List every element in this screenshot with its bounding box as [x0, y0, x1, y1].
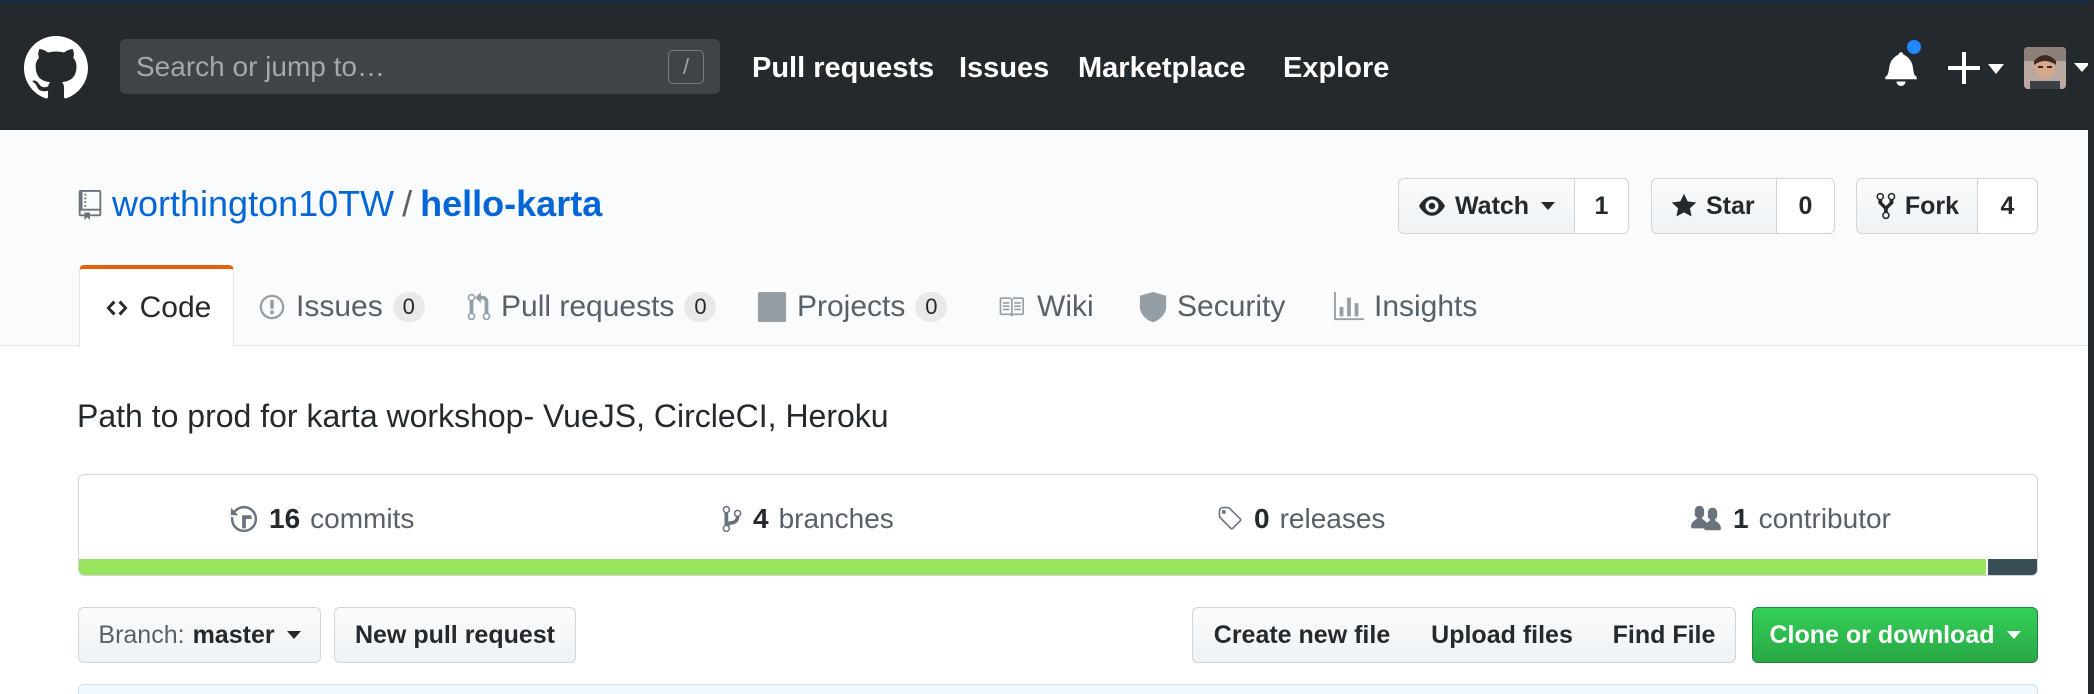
repo-title: worthington10TW / hello-karta	[112, 182, 602, 226]
tab-projects-label: Projects	[797, 289, 906, 323]
code-icon	[106, 300, 128, 316]
branches-count: 4	[753, 503, 769, 534]
shield-icon	[1139, 291, 1167, 322]
fork-label: Fork	[1904, 191, 1959, 220]
caret-down-icon	[2006, 631, 2021, 639]
project-icon	[757, 291, 787, 322]
language-bar[interactable]	[79, 559, 2037, 575]
star-icon	[1671, 193, 1697, 217]
tab-issues[interactable]: Issues 0	[258, 266, 425, 347]
branch-select-button[interactable]: Branch: master	[78, 607, 321, 663]
clone-or-download-button[interactable]: Clone or download	[1752, 607, 2038, 663]
watch-button[interactable]: Watch	[1398, 178, 1575, 234]
tab-code-label: Code	[139, 291, 212, 324]
graph-icon	[1334, 291, 1364, 320]
tab-security[interactable]: Security	[1139, 266, 1285, 347]
tab-wiki[interactable]: Wiki	[995, 266, 1094, 347]
repo-icon	[78, 190, 102, 220]
star-count[interactable]: 0	[1777, 178, 1835, 234]
latest-commit-bar	[78, 684, 2038, 694]
repo-title-separator: /	[402, 183, 413, 224]
tab-pull-requests-label: Pull requests	[501, 289, 675, 323]
commits-label: commits	[310, 503, 415, 534]
eye-icon	[1419, 196, 1445, 216]
window-edge	[2088, 0, 2094, 694]
new-pull-request-button[interactable]: New pull request	[334, 607, 576, 663]
create-new-file-button[interactable]: Create new file	[1192, 607, 1412, 663]
github-logo-icon[interactable]	[24, 36, 88, 100]
contributors-count: 1	[1733, 503, 1749, 534]
people-icon	[1691, 505, 1721, 531]
branches-link[interactable]: 4 branches	[721, 499, 894, 539]
issue-icon	[259, 294, 285, 319]
watch-count[interactable]: 1	[1575, 178, 1629, 234]
global-header: / Pull requests Issues Marketplace Explo…	[0, 0, 2094, 130]
create-new-plus-icon[interactable]	[1946, 50, 2006, 86]
language-bar-segment[interactable]	[79, 559, 1987, 575]
watch-group: Watch 1	[1398, 178, 1629, 234]
tab-wiki-label: Wiki	[1037, 289, 1094, 323]
branch-name: master	[192, 620, 275, 649]
commits-count: 16	[269, 503, 301, 534]
nav-explore[interactable]: Explore	[1283, 50, 1389, 86]
repo-description: Path to prod for karta workshop- VueJS, …	[77, 398, 889, 434]
tab-insights-label: Insights	[1374, 289, 1478, 323]
star-label: Star	[1706, 191, 1755, 220]
caret-down-icon	[1541, 202, 1556, 210]
clone-or-download-label: Clone or download	[1769, 620, 1995, 649]
repo-name-link[interactable]: hello-karta	[420, 183, 602, 224]
numbers-summary: 16 commits 4 branches 0 releases 1 contr…	[78, 474, 2038, 576]
find-file-button[interactable]: Find File	[1593, 607, 1736, 663]
contributors-label: contributor	[1758, 503, 1891, 534]
tab-security-label: Security	[1177, 289, 1286, 323]
nav-marketplace[interactable]: Marketplace	[1078, 50, 1246, 86]
avatar	[2024, 47, 2066, 89]
search-input[interactable]	[120, 39, 720, 94]
pull-request-icon	[467, 291, 491, 320]
tab-code[interactable]: Code	[79, 265, 234, 347]
contributors-link[interactable]: 1 contributor	[1689, 499, 1891, 539]
history-icon	[230, 505, 258, 533]
repo-owner-link[interactable]: worthington10TW	[112, 183, 394, 224]
branches-label: branches	[778, 503, 894, 534]
tag-icon	[1218, 506, 1242, 530]
fork-group: Fork 4	[1856, 178, 2038, 234]
user-menu[interactable]	[2024, 47, 2094, 91]
global-search: /	[120, 39, 720, 94]
caret-down-icon	[286, 631, 301, 639]
tab-projects-count: 0	[915, 291, 948, 322]
watch-label: Watch	[1455, 191, 1530, 220]
releases-count: 0	[1254, 503, 1270, 534]
star-group: Star 0	[1651, 178, 1835, 234]
branch-prefix: Branch:	[98, 620, 185, 649]
releases-label: releases	[1279, 503, 1386, 534]
upload-files-button[interactable]: Upload files	[1411, 607, 1594, 663]
branch-icon	[722, 505, 742, 533]
nav-pull-requests[interactable]: Pull requests	[752, 50, 934, 86]
notification-indicator	[1904, 37, 1924, 57]
releases-link[interactable]: 0 releases	[1216, 499, 1385, 539]
nav-issues[interactable]: Issues	[959, 50, 1049, 86]
fork-count[interactable]: 4	[1978, 178, 2038, 234]
star-button[interactable]: Star	[1651, 178, 1777, 234]
tab-issues-label: Issues	[296, 289, 383, 323]
commits-link[interactable]: 16 commits	[229, 499, 414, 539]
tab-insights[interactable]: Insights	[1334, 266, 1477, 347]
tab-pull-requests-count: 0	[684, 291, 717, 322]
tab-issues-count: 0	[392, 291, 425, 322]
tab-projects[interactable]: Projects 0	[757, 266, 948, 347]
search-shortcut-hint: /	[668, 50, 704, 84]
language-bar-segment[interactable]	[1986, 559, 2037, 575]
fork-button[interactable]: Fork	[1856, 178, 1978, 234]
tab-pull-requests[interactable]: Pull requests 0	[467, 266, 717, 347]
header-top-line	[0, 0, 2094, 3]
fork-icon	[1876, 192, 1896, 220]
book-icon	[999, 296, 1024, 317]
